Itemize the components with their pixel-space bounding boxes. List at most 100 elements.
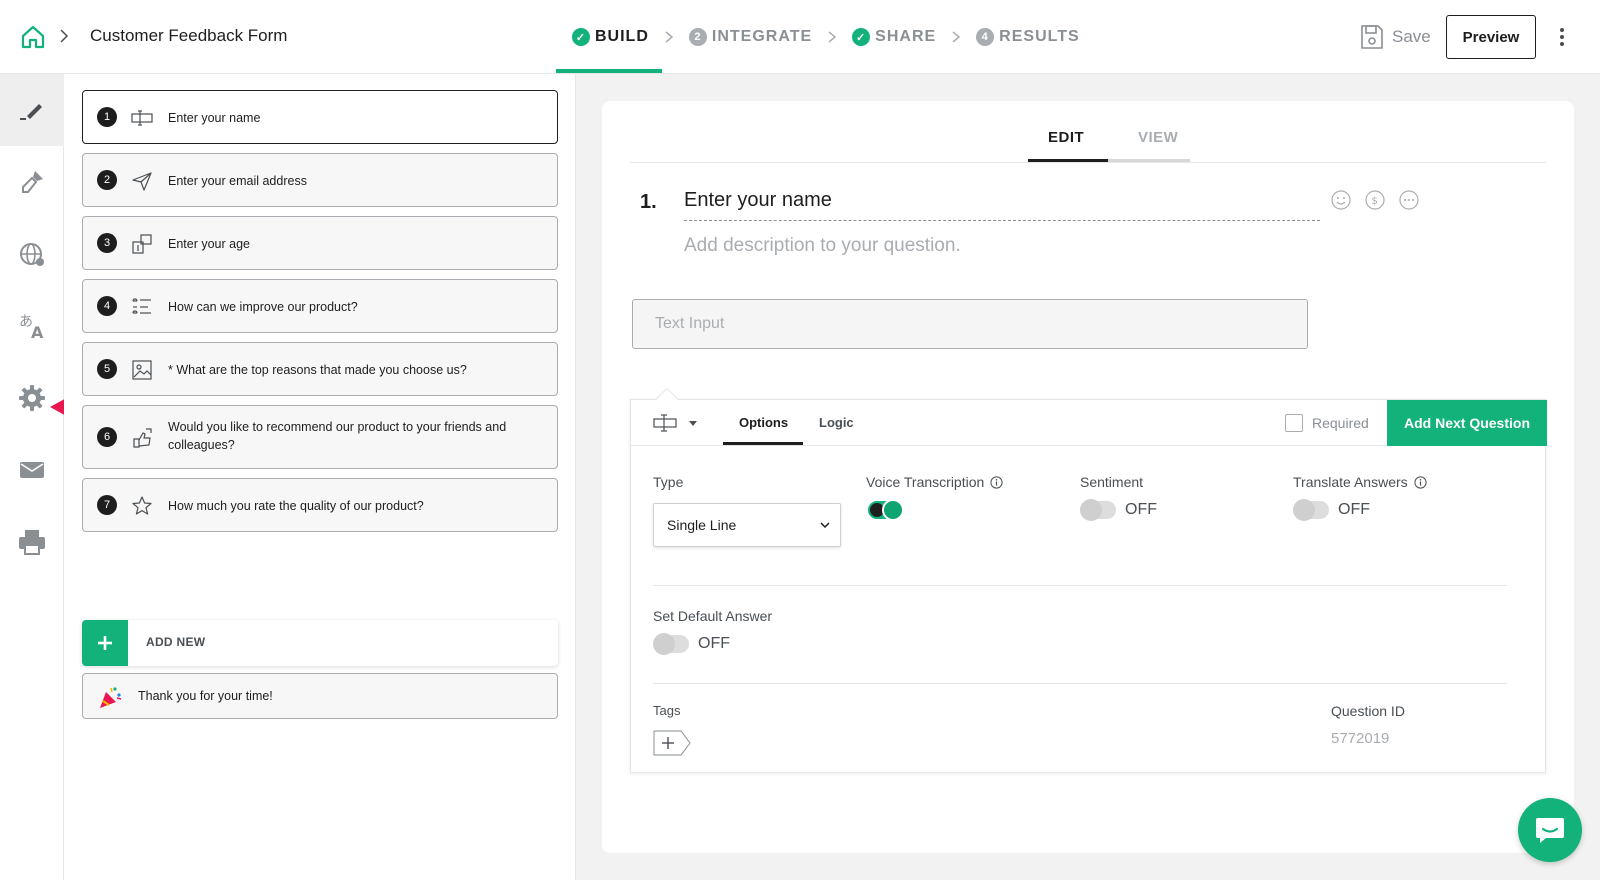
rail-item-email[interactable] — [0, 434, 64, 506]
question-description-field[interactable]: Add description to your question. — [684, 235, 961, 257]
question-number: 2 — [97, 170, 117, 190]
party-popper-icon — [100, 687, 122, 708]
question-id-label-text: Question ID — [1331, 703, 1405, 719]
preview-button[interactable]: Preview — [1446, 15, 1536, 59]
tab-edit[interactable]: EDIT — [1048, 129, 1084, 146]
question-editor: EDIT VIEW 1. Enter your name $ Add descr… — [602, 101, 1574, 853]
type-select[interactable]: Single Line — [653, 503, 841, 547]
add-next-question-button[interactable]: Add Next Question — [1387, 400, 1547, 446]
add-new-label: ADD NEW — [146, 635, 206, 649]
input-placeholder: Text Input — [655, 315, 725, 332]
active-tab-indicator — [1028, 159, 1108, 162]
question-card[interactable]: 2 Enter your email address — [82, 153, 558, 207]
question-number: 1 — [97, 107, 117, 127]
question-title-field[interactable]: Enter your name — [684, 189, 1320, 221]
step-build[interactable]: ✓ BUILD — [572, 28, 649, 46]
paint-brush-icon — [22, 171, 43, 193]
default-label-text: Set Default Answer — [653, 608, 773, 624]
tags-label: Tags — [653, 703, 680, 718]
options-toolbar: Options Logic Required Add Next Question — [631, 400, 1547, 446]
save-button[interactable]: Save — [1360, 24, 1431, 50]
thank-you-screen-card[interactable]: Thank you for your time! — [82, 673, 558, 719]
add-new-question-button[interactable]: ADD NEW — [82, 620, 558, 666]
question-options-panel: Options Logic Required Add Next Question… — [630, 387, 1547, 773]
step-number: 2 — [688, 28, 707, 46]
pencil-icon — [20, 104, 42, 120]
form-title[interactable]: Customer Feedback Form — [90, 26, 287, 46]
rail-item-design[interactable] — [0, 146, 64, 218]
info-icon[interactable] — [1414, 475, 1427, 489]
image-icon — [132, 360, 152, 380]
voice-transcription-toggle[interactable] — [868, 499, 904, 521]
check-icon: ✓ — [852, 28, 871, 46]
step-label: BUILD — [595, 28, 649, 45]
question-card[interactable]: 6 Would you like to recommend our produc… — [82, 405, 558, 469]
left-rail: あA — [0, 74, 64, 880]
text-input-icon — [131, 110, 153, 126]
dollar-icon[interactable]: $ — [1364, 189, 1386, 211]
translate-answers-label: Translate Answers — [1293, 474, 1427, 490]
step-label: SHARE — [875, 28, 937, 45]
question-card[interactable]: 3 Enter your age — [82, 216, 558, 270]
toggle-knob — [1080, 499, 1102, 521]
tab-view[interactable]: VIEW — [1138, 129, 1178, 146]
question-text: How can we improve our product? — [168, 300, 358, 314]
rail-item-build[interactable] — [0, 74, 64, 146]
toggle-knob — [1293, 499, 1315, 521]
question-number: 6 — [97, 427, 117, 447]
gear-icon — [19, 385, 45, 411]
tab-options[interactable]: Options — [739, 415, 788, 430]
question-text: Enter your email address — [168, 174, 307, 188]
star-icon — [132, 496, 152, 515]
question-text: Would you like to recommend our product … — [168, 420, 507, 452]
question-card[interactable]: 5 * What are the top reasons that made y… — [82, 342, 558, 396]
question-number: 4 — [97, 296, 117, 316]
add-tag-button[interactable] — [653, 730, 691, 756]
step-label: INTEGRATE — [711, 28, 813, 45]
send-icon — [132, 172, 152, 191]
rail-item-translate[interactable]: あA — [0, 290, 64, 362]
step-navigation: ✓ BUILD 2 INTEGRATE ✓ SHARE 4 RESULTS — [572, 24, 1080, 50]
question-text: How much you rate the quality of our pro… — [168, 499, 424, 513]
mail-icon — [20, 462, 44, 478]
more-horizontal-icon[interactable] — [1398, 189, 1420, 211]
active-step-indicator — [556, 69, 662, 73]
svg-text:$: $ — [1372, 196, 1378, 207]
translate-label-text: Translate Answers — [1293, 474, 1408, 490]
question-number: 3 — [97, 233, 117, 253]
translate-answers-toggle[interactable]: OFF — [1293, 499, 1370, 521]
chat-icon — [1536, 818, 1564, 843]
tab-indicator — [1108, 159, 1190, 162]
default-answer-toggle[interactable]: OFF — [653, 633, 730, 655]
question-id-value: 5772019 — [1331, 730, 1390, 747]
answer-text-input-preview: Text Input — [632, 299, 1308, 349]
step-share[interactable]: ✓ SHARE — [852, 28, 936, 46]
question-card[interactable]: 1 Enter your name — [82, 90, 558, 144]
question-card[interactable]: 4 How can we improve our product? — [82, 279, 558, 333]
question-number: 5 — [97, 359, 117, 379]
rail-item-language[interactable] — [0, 218, 64, 290]
sentiment-toggle[interactable]: OFF — [1080, 499, 1157, 521]
tab-logic[interactable]: Logic — [819, 415, 854, 430]
emoji-icon[interactable] — [1330, 189, 1352, 211]
question-card[interactable]: 7 How much you rate the quality of our p… — [82, 478, 558, 532]
question-type-picker[interactable] — [653, 412, 701, 434]
toggle-knob — [882, 499, 904, 521]
divider — [653, 683, 1507, 684]
checkbox[interactable] — [1285, 414, 1303, 432]
required-checkbox[interactable]: Required — [1285, 414, 1369, 432]
step-integrate[interactable]: 2 INTEGRATE — [688, 28, 813, 46]
save-label: Save — [1392, 27, 1431, 46]
type-select-value: Single Line — [667, 517, 737, 533]
sentiment-label-text: Sentiment — [1080, 474, 1144, 490]
more-vertical-icon[interactable] — [1556, 26, 1568, 48]
home-icon[interactable] — [20, 24, 46, 50]
sentiment-label: Sentiment — [1080, 474, 1143, 490]
voice-transcription-label: Voice Transcription — [866, 474, 1003, 490]
step-results[interactable]: 4 RESULTS — [976, 28, 1079, 46]
chevron-right-icon — [952, 31, 961, 43]
info-icon[interactable] — [990, 475, 1003, 489]
rail-item-print[interactable] — [0, 506, 64, 578]
chat-widget-button[interactable] — [1518, 798, 1582, 862]
toggle-state: OFF — [1338, 501, 1370, 518]
